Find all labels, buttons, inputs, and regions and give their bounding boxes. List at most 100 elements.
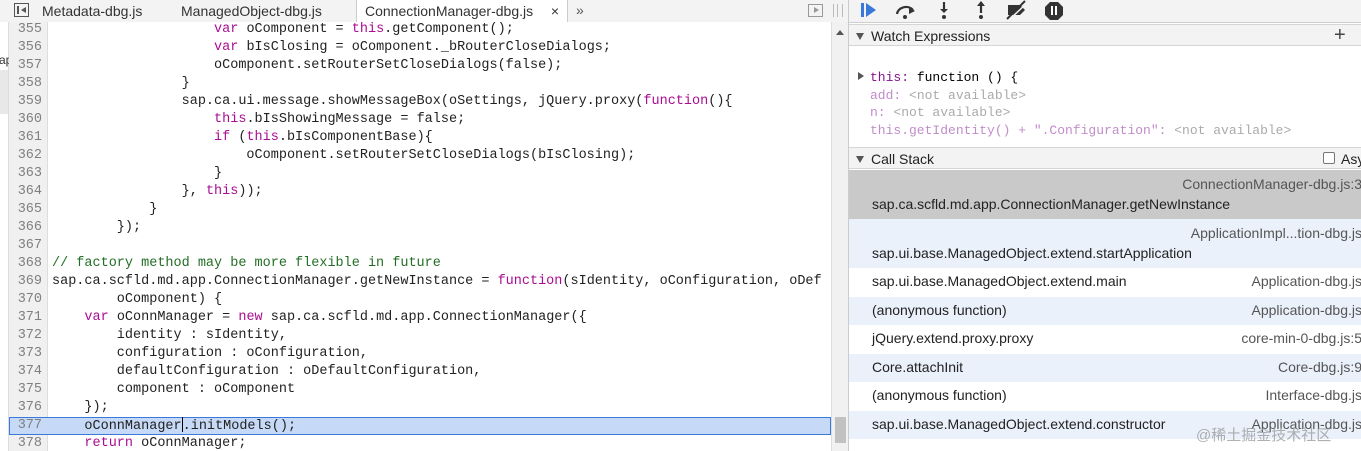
tab-label: ConnectionManager-dbg.js (365, 3, 534, 19)
expand-triangle-icon[interactable] (858, 72, 864, 80)
editor-scrollbar[interactable] (831, 22, 848, 451)
line-number[interactable]: 368 (9, 255, 42, 273)
step-over-icon[interactable] (893, 0, 919, 22)
code-token: .bIsComponentBase){ (278, 130, 433, 145)
pretty-print-icon[interactable] (833, 4, 843, 17)
code-token: }, (52, 184, 206, 199)
code-line[interactable]: 371 var oConnManager = new sap.ca.scfld.… (9, 309, 831, 327)
tab-managedobject-dbg[interactable]: ManagedObject-dbg.js (172, 0, 354, 22)
navigator-selected-row (0, 70, 8, 114)
call-stack-frame[interactable]: Core-dbg.js:9 Core.attachInit (849, 353, 1361, 382)
code-line[interactable]: 356 var bIsClosing = oComponent._bRouter… (9, 39, 831, 57)
scroll-thumb[interactable] (835, 417, 846, 443)
step-into-icon[interactable] (931, 0, 957, 22)
keyword-token: function (497, 274, 563, 289)
code-line[interactable]: 366 }); (9, 219, 831, 237)
line-number[interactable]: 375 (9, 381, 42, 399)
call-stack-frame[interactable]: Application-dbg.js (anonymous function) (849, 296, 1361, 325)
line-number[interactable]: 378 (9, 435, 42, 451)
code-line[interactable]: 368 // factory method may be more flexibl… (9, 255, 831, 273)
line-number[interactable]: 358 (9, 75, 42, 93)
code-line[interactable]: 370 oComponent) { (9, 291, 831, 309)
code-line[interactable]: 375 component : oComponent (9, 381, 831, 399)
line-number[interactable]: 377 (9, 417, 42, 435)
code-line[interactable]: 358 } (9, 75, 831, 93)
watch-expressions-header[interactable]: Watch Expressions + (849, 24, 1361, 46)
code-editor[interactable]: 355 var oComponent = this.getComponent()… (9, 22, 831, 451)
line-number[interactable]: 367 (9, 237, 42, 255)
call-stack-frame[interactable]: Application-dbg.js sap.ui.base.ManagedObj… (849, 268, 1361, 297)
watch-item-this[interactable]: this: function () { (870, 69, 1018, 86)
line-number[interactable]: 372 (9, 327, 42, 345)
toggle-debugger-sidebar-icon[interactable] (808, 4, 823, 17)
code-line[interactable]: 369 sap.ca.scfld.md.app.ConnectionManager… (9, 273, 831, 291)
frame-function-name: sap.ui.base.ManagedObject.extend.main (872, 273, 1127, 289)
code-line[interactable]: 364 }, this)); (9, 183, 831, 201)
line-number[interactable]: 359 (9, 93, 42, 111)
code-line[interactable]: 374 defaultConfiguration : oDefaultConfi… (9, 363, 831, 381)
code-line[interactable]: 361 if (this.bIsComponentBase){ (9, 129, 831, 147)
code-line[interactable]: 359 sap.ca.ui.message.showMessageBox(oSe… (9, 93, 831, 111)
tab-connectionmanager-dbg[interactable]: ConnectionManager-dbg.js × (356, 0, 568, 23)
code-line[interactable]: 357 oComponent.setRouterSetCloseDialogs(… (9, 57, 831, 75)
frame-location[interactable]: Core-dbg.js:9 (1278, 359, 1361, 375)
current-execution-line[interactable]: 377 oConnManager.initModels(); (9, 417, 831, 435)
frame-location[interactable]: ConnectionManager-dbg.js:3 (1182, 176, 1361, 192)
code-line[interactable]: 378 return oConnManager; (9, 435, 831, 451)
line-number[interactable]: 356 (9, 39, 42, 57)
line-number[interactable]: 363 (9, 165, 42, 183)
code-line[interactable]: 373 configuration : oConfiguration, (9, 345, 831, 363)
frame-location[interactable]: Application-dbg.js (1251, 273, 1361, 289)
more-tabs-button[interactable]: » (576, 0, 584, 20)
code-token: (sIdentity, oConfiguration, oDef (562, 274, 822, 289)
scroll-up-icon[interactable] (836, 30, 844, 35)
line-number[interactable]: 355 (9, 22, 42, 39)
resume-icon[interactable] (857, 0, 883, 22)
code-token: }); (52, 220, 142, 235)
line-number[interactable]: 362 (9, 147, 42, 165)
frame-location[interactable]: ApplicationImpl...tion-dbg.js (1191, 225, 1361, 241)
line-number[interactable]: 369 (9, 273, 42, 291)
code-line[interactable]: 360 this.bIsShowingMessage = false; (9, 111, 831, 129)
step-out-icon[interactable] (968, 0, 994, 22)
call-stack-frame[interactable]: core-min-0-dbg.js:5 jQuery.extend.proxy.p… (849, 325, 1361, 354)
call-stack-frame[interactable]: ApplicationImpl...tion-dbg.js sap.ui.base… (849, 219, 1361, 268)
deactivate-breakpoints-icon[interactable] (1004, 0, 1030, 22)
line-number[interactable]: 357 (9, 57, 42, 75)
keyword-token: if (214, 130, 231, 145)
line-number[interactable]: 374 (9, 363, 42, 381)
line-number[interactable]: 371 (9, 309, 42, 327)
frame-location[interactable]: Interface-dbg.js (1266, 387, 1361, 403)
line-number[interactable]: 376 (9, 399, 42, 417)
code-line[interactable]: 372 identity : sIdentity, (9, 327, 831, 345)
code-text: oComponent.setRouterSetCloseDialogs(fals… (52, 57, 562, 75)
code-line[interactable]: 376 }); (9, 399, 831, 417)
code-line[interactable]: 355 var oComponent = this.getComponent()… (9, 22, 831, 39)
code-line[interactable]: 362 oComponent.setRouterSetCloseDialogs(… (9, 147, 831, 165)
line-number[interactable]: 370 (9, 291, 42, 309)
toggle-navigator-icon[interactable] (14, 3, 29, 17)
call-stack-header[interactable]: Call Stack Asy (849, 147, 1361, 169)
call-stack-frame[interactable]: Interface-dbg.js (anonymous function) (849, 382, 1361, 411)
line-number[interactable]: 366 (9, 219, 42, 237)
async-checkbox[interactable] (1323, 152, 1335, 164)
code-token: oConnManager (52, 419, 182, 434)
call-stack-frame[interactable]: ConnectionManager-dbg.js:3 sap.ca.scfld.m… (849, 170, 1361, 219)
line-number[interactable]: 365 (9, 201, 42, 219)
close-tab-icon[interactable]: × (551, 0, 559, 22)
frame-location[interactable]: Application-dbg.js (1251, 302, 1361, 318)
add-watch-expression-button[interactable]: + (1334, 24, 1346, 46)
code-text: var oConnManager = new sap.ca.scfld.md.a… (52, 309, 586, 327)
tab-metadata-dbg[interactable]: Metadata-dbg.js (34, 0, 172, 22)
line-number[interactable]: 360 (9, 111, 42, 129)
code-line[interactable]: 363 } (9, 165, 831, 183)
code-line[interactable]: 365 } (9, 201, 831, 219)
line-number[interactable]: 364 (9, 183, 42, 201)
pause-on-exceptions-icon[interactable] (1042, 0, 1068, 22)
code-token: oComponent = (238, 22, 352, 37)
code-line[interactable]: 367 (9, 237, 831, 255)
line-number[interactable]: 373 (9, 345, 42, 363)
line-number[interactable]: 361 (9, 129, 42, 147)
frame-location[interactable]: core-min-0-dbg.js:5 (1241, 330, 1361, 346)
